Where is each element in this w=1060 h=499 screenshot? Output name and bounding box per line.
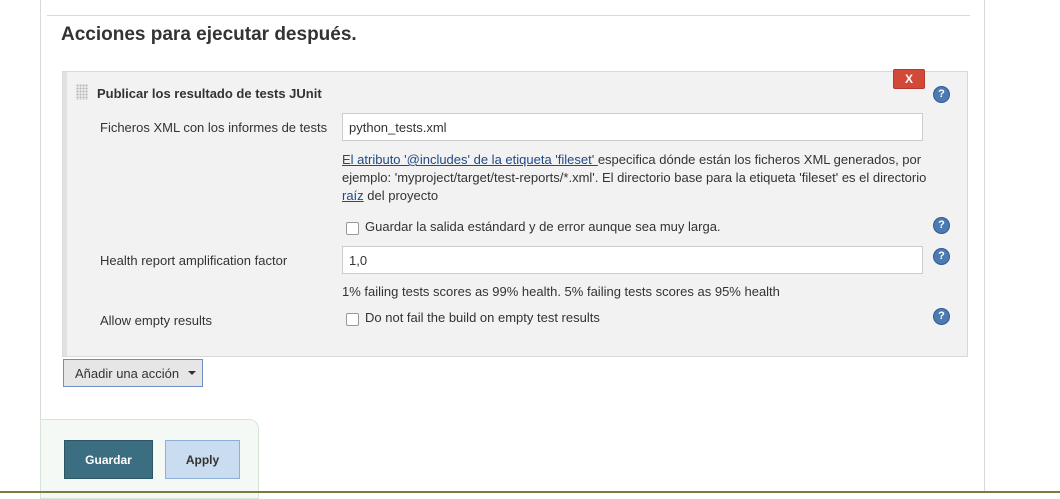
allow-empty-checkbox-label: Do not fail the build on empty test resu… [365,310,600,325]
help-icon[interactable] [933,248,950,265]
allow-empty-checkbox[interactable] [346,313,359,326]
help-icon[interactable] [933,86,950,103]
save-button[interactable]: Guardar [64,440,153,479]
root-directory-link[interactable]: raíz [342,188,364,203]
top-divider [47,15,970,16]
caret-down-icon [188,371,197,375]
section-title: Acciones para ejecutar después. [61,24,357,45]
health-factor-input[interactable] [342,246,923,274]
fileset-includes-link[interactable]: El atributo '@includes' de la etiqueta '… [342,152,598,167]
xml-files-description: El atributo '@includes' de la etiqueta '… [342,151,932,205]
keep-output-checkbox[interactable] [346,222,359,235]
drag-handle-icon[interactable] [76,84,88,100]
keep-output-label: Guardar la salida estándard y de error a… [365,219,721,234]
xml-files-input[interactable] [342,113,923,141]
apply-button[interactable]: Apply [165,440,240,479]
help-icon[interactable] [933,217,950,234]
junit-publisher-panel: Publicar los resultado de tests JUnit X … [62,69,968,357]
health-factor-label: Health report amplification factor [100,253,288,268]
health-factor-description: 1% failing tests scores as 99% health. 5… [342,284,780,299]
xml-files-label: Ficheros XML con los informes de tests [100,120,328,135]
panel-left-bar [63,72,67,356]
xml-files-description-end: del proyecto [363,188,439,203]
help-icon[interactable] [933,308,950,325]
delete-publisher-button[interactable]: X [893,69,925,89]
allow-empty-label: Allow empty results [100,313,212,328]
publisher-title: Publicar los resultado de tests JUnit [97,86,322,101]
add-action-label: Añadir una acción [75,365,180,381]
add-action-button[interactable]: Añadir una acción [63,359,203,387]
